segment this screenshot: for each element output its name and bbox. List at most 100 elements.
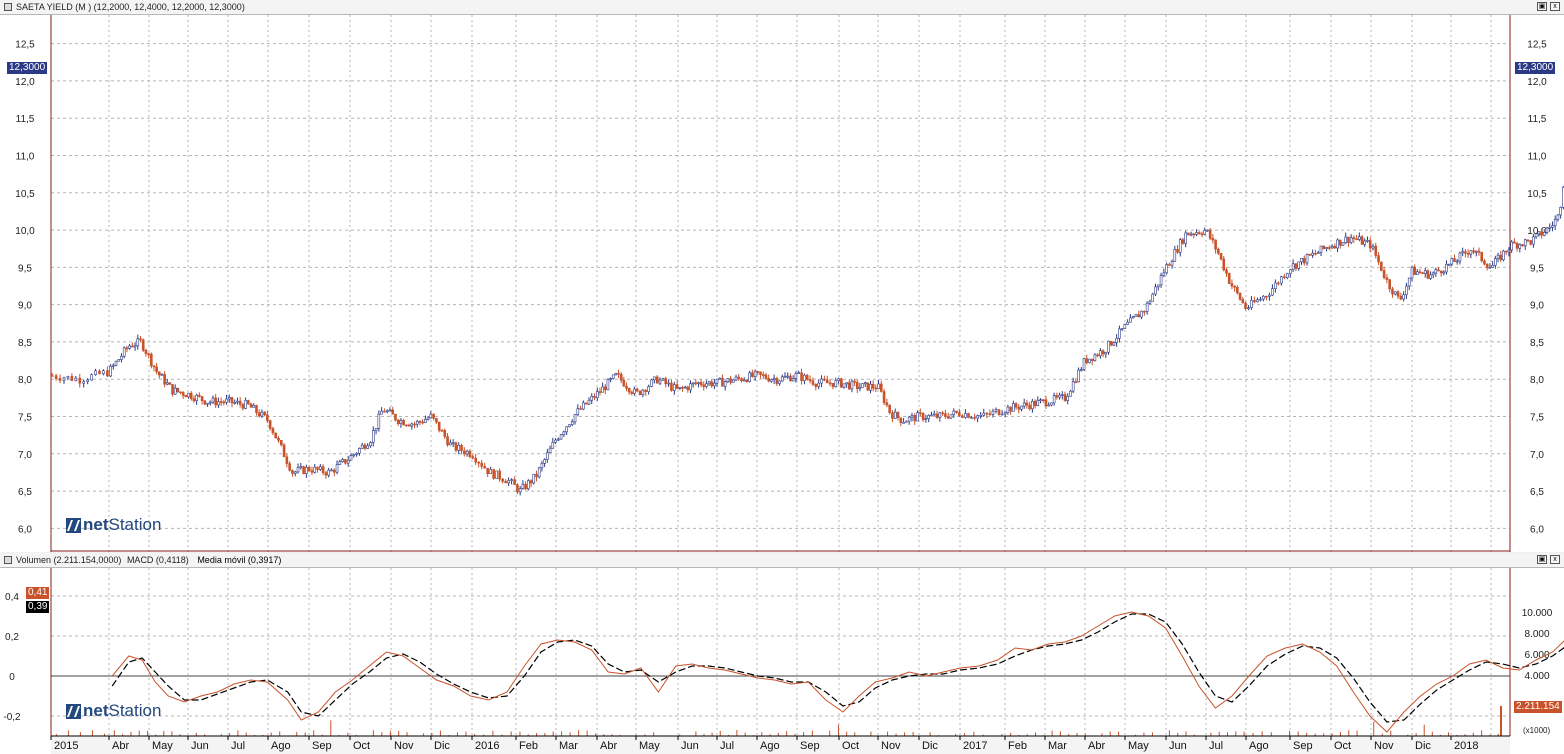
indicator-restore-button[interactable]: ▣ xyxy=(1537,555,1547,564)
candle-body xyxy=(584,402,588,405)
candle-body xyxy=(1195,232,1198,235)
candle-body xyxy=(1014,403,1018,408)
candle-body xyxy=(225,398,228,403)
candle-body xyxy=(432,413,435,419)
candle-body xyxy=(748,372,751,382)
candle-body xyxy=(1363,240,1367,245)
x-tick-label: Mar xyxy=(1048,740,1067,752)
candle-body xyxy=(658,379,662,384)
price-ytick-right: 8,5 xyxy=(1530,338,1544,349)
volume-bar xyxy=(870,731,872,736)
x-tick-label: Jul xyxy=(1209,740,1223,752)
close-button[interactable]: x xyxy=(1550,2,1560,11)
candle-body xyxy=(593,396,596,398)
netstation-logo-icon xyxy=(66,703,81,719)
candle-body xyxy=(1407,277,1411,287)
candle-body xyxy=(513,479,516,485)
candle-body xyxy=(778,380,781,384)
candle-body xyxy=(504,481,507,484)
candle-body xyxy=(1082,358,1086,370)
price-ytick-right: 7,5 xyxy=(1530,413,1544,424)
candle-body xyxy=(551,441,555,449)
candle-body xyxy=(1118,328,1121,339)
candle-body xyxy=(1360,236,1364,245)
candle-body xyxy=(1039,399,1042,402)
volume-bar xyxy=(1431,731,1433,736)
candle-body xyxy=(446,436,449,446)
candle-body xyxy=(770,379,773,382)
candle-body xyxy=(1085,358,1089,363)
candle-body xyxy=(1308,253,1312,256)
indicator-panel-title: Volumen (2.211.154,0000) MACD (0,4118) M… xyxy=(16,553,281,567)
candle-body xyxy=(1488,267,1492,269)
price-ytick-right: 12,0 xyxy=(1527,77,1547,88)
candle-body xyxy=(173,387,177,395)
restore-button[interactable]: ▣ xyxy=(1537,2,1547,11)
candle-body xyxy=(58,378,62,381)
candle-body xyxy=(141,339,145,351)
candle-body xyxy=(979,415,983,417)
candle-body xyxy=(480,462,483,467)
candle-body xyxy=(396,419,400,424)
candle-body xyxy=(1268,294,1271,297)
indicator-close-button[interactable]: x xyxy=(1550,555,1560,564)
candle-body xyxy=(871,383,875,389)
candle-body xyxy=(106,370,109,377)
candle-body xyxy=(678,387,682,389)
candle-body xyxy=(879,383,883,392)
candle-body xyxy=(70,375,74,381)
indicator-panel-menu-icon[interactable] xyxy=(4,556,12,564)
candle-body xyxy=(723,381,727,387)
volume-bar xyxy=(91,730,93,736)
candle-body xyxy=(902,422,905,424)
candle-body xyxy=(1203,229,1207,235)
candle-body xyxy=(1469,250,1473,255)
candle-body xyxy=(1096,354,1099,357)
candle-body xyxy=(1233,285,1236,288)
candle-body xyxy=(184,395,188,398)
volume-bar xyxy=(1235,731,1237,736)
candle-body xyxy=(296,467,300,473)
candle-body xyxy=(139,338,142,341)
candle-body xyxy=(1453,258,1456,262)
candle-body xyxy=(823,378,826,381)
candle-body xyxy=(1227,273,1231,284)
volume-bar xyxy=(1035,732,1037,736)
candle-body xyxy=(721,377,724,387)
candle-body xyxy=(377,413,381,429)
macd-volume-chart[interactable]: -0,200,20,44.0006.0008.00010.0002015 Abr M… xyxy=(0,568,1564,754)
candle-body xyxy=(988,413,992,416)
candle-body xyxy=(1055,395,1059,398)
candle-body xyxy=(603,386,607,391)
candle-body xyxy=(932,413,936,416)
candle-body xyxy=(562,431,566,436)
candle-body xyxy=(1259,298,1262,301)
candle-body xyxy=(1162,272,1166,276)
candle-body xyxy=(1219,253,1223,260)
panel-menu-icon[interactable] xyxy=(4,3,12,11)
candle-body xyxy=(1028,404,1031,410)
candle-body xyxy=(1066,395,1070,401)
x-tick-label: May xyxy=(152,740,173,752)
candle-body xyxy=(938,412,942,418)
volume-bar xyxy=(138,730,140,736)
candle-body xyxy=(955,410,958,413)
candle-body xyxy=(1145,302,1149,312)
price-ytick-right: 7,0 xyxy=(1530,450,1544,461)
volume-bar xyxy=(1168,730,1170,736)
candle-body xyxy=(1371,245,1375,249)
candle-body xyxy=(764,374,768,379)
candle-body xyxy=(1352,237,1356,240)
candle-body xyxy=(786,375,790,378)
candle-body xyxy=(1137,314,1141,318)
candle-body xyxy=(1491,264,1494,268)
candle-body xyxy=(1548,226,1552,229)
price-chart[interactable]: 6,0 6,0 6,5 6,5 7,0 7,0 7,5 7,5 8,0 8,0 8,5 8,5 9,0 9… xyxy=(0,15,1564,552)
candle-body xyxy=(976,415,979,419)
x-tick-label: Sep xyxy=(800,740,820,752)
candle-body xyxy=(1020,405,1023,410)
candle-body xyxy=(1466,252,1470,255)
candle-body xyxy=(650,379,653,387)
price-ytick-left: 7,0 xyxy=(18,450,32,461)
candle-body xyxy=(1319,245,1323,253)
